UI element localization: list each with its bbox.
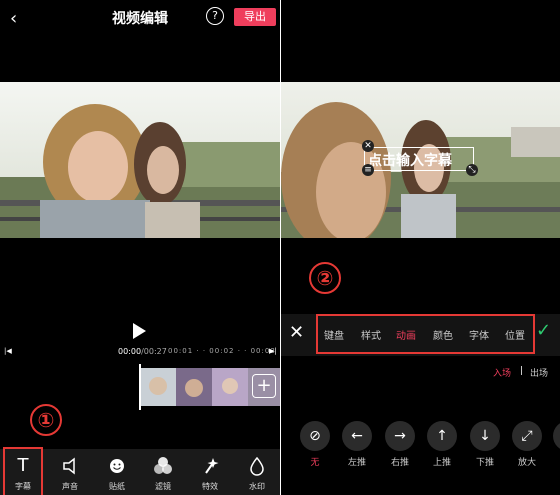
sticker-icon [105, 455, 129, 477]
tab-keyboard[interactable]: 键盘 [324, 327, 344, 342]
tab-style[interactable]: 样式 [361, 327, 381, 342]
anim-none-label: 无 [310, 458, 320, 468]
tool-filter-label: 滤镜 [155, 482, 171, 491]
exit-tab[interactable]: 出场 [530, 366, 548, 379]
tool-subtitle[interactable]: T 字幕 [3, 447, 43, 495]
arrow-down-icon: ↓ [470, 421, 500, 451]
forward-icon[interactable]: ▶| [269, 347, 277, 355]
right-screen: 点击输入字幕 ✕ ≡ ⤡ ② ✕ 键盘 样式 动画 颜色 字体 位置 ✓ 入场 … [281, 0, 560, 495]
tabs-highlight-box [316, 314, 535, 354]
filter-icon [151, 455, 175, 477]
delete-caption-icon[interactable]: ✕ [362, 140, 374, 152]
step-two-marker: ② [309, 262, 341, 294]
tool-filter[interactable]: 滤镜 [143, 449, 183, 495]
total-time: /00:27 [141, 347, 167, 356]
video-preview[interactable] [0, 82, 280, 238]
anim-push-left-label: 左推 [347, 458, 366, 468]
effects-icon [198, 455, 222, 477]
tool-sound-label: 声音 [62, 482, 78, 491]
anim-push-right[interactable]: → 右推 [385, 421, 415, 468]
bottom-toolbar: T 字幕 声音 贴纸 滤镜 特效 水印 [0, 447, 280, 495]
confirm-check-icon[interactable]: ✓ [536, 320, 551, 341]
close-icon[interactable]: ✕ [289, 322, 304, 343]
anim-push-right-label: 右推 [390, 458, 409, 468]
tool-subtitle-label: 字幕 [15, 482, 31, 491]
anim-more[interactable] [553, 421, 560, 451]
entrance-separator: | [520, 366, 524, 376]
add-clip-button[interactable]: + [252, 374, 276, 398]
arrow-left-icon: ← [342, 421, 372, 451]
tool-sticker[interactable]: 贴纸 [97, 449, 137, 495]
tab-font[interactable]: 字体 [469, 327, 489, 342]
entrance-tab[interactable]: 入场 [493, 366, 511, 379]
anim-push-up[interactable]: ↑ 上推 [427, 421, 457, 468]
anim-none[interactable]: ⊘ 无 [300, 421, 330, 468]
export-button[interactable]: 导出 [234, 8, 276, 26]
tab-position[interactable]: 位置 [505, 327, 525, 342]
caption-placeholder[interactable]: 点击输入字幕 [368, 150, 452, 170]
playhead[interactable] [139, 364, 141, 410]
text-icon: T [17, 455, 29, 476]
time-readout: 00:00/00:27 [118, 347, 167, 356]
anim-zoom-in[interactable]: ⤢ 放大 [512, 421, 542, 468]
caption-style-icon[interactable]: ≡ [362, 164, 374, 176]
current-time: 00:00 [118, 347, 142, 356]
rewind-icon[interactable]: |◀ [4, 347, 12, 355]
resize-handle-icon[interactable]: ⤡ [466, 164, 478, 176]
zoom-in-icon: ⤢ [512, 421, 542, 451]
tab-color[interactable]: 颜色 [433, 327, 453, 342]
left-screen: ‹ 视频编辑 ? 导出 |◀ 00:00/00:27 00:01 · · 00:… [0, 0, 280, 495]
timeline-marks: 00:01 · · 00:02 · · 00:03 [168, 347, 276, 355]
arrow-up-icon: ↑ [427, 421, 457, 451]
tool-effects-label: 特效 [202, 482, 218, 491]
anim-push-up-label: 上推 [432, 458, 451, 468]
tool-sound[interactable]: 声音 [50, 449, 90, 495]
more-anim-icon [553, 421, 560, 451]
anim-push-left[interactable]: ← 左推 [342, 421, 372, 468]
tool-watermark-label: 水印 [249, 482, 265, 491]
none-icon: ⊘ [300, 421, 330, 451]
anim-push-down[interactable]: ↓ 下推 [470, 421, 500, 468]
help-icon[interactable]: ? [206, 7, 224, 25]
tool-watermark[interactable]: 水印 [237, 449, 277, 495]
tool-sticker-label: 贴纸 [109, 482, 125, 491]
speaker-icon [58, 455, 82, 477]
arrow-right-icon: → [385, 421, 415, 451]
anim-push-down-label: 下推 [475, 458, 494, 468]
tool-effects[interactable]: 特效 [190, 449, 230, 495]
anim-zoom-in-label: 放大 [517, 458, 536, 468]
watermark-icon [245, 455, 269, 477]
step-one-marker: ① [30, 404, 62, 436]
tab-animation[interactable]: 动画 [396, 327, 416, 342]
play-icon[interactable] [133, 323, 146, 339]
